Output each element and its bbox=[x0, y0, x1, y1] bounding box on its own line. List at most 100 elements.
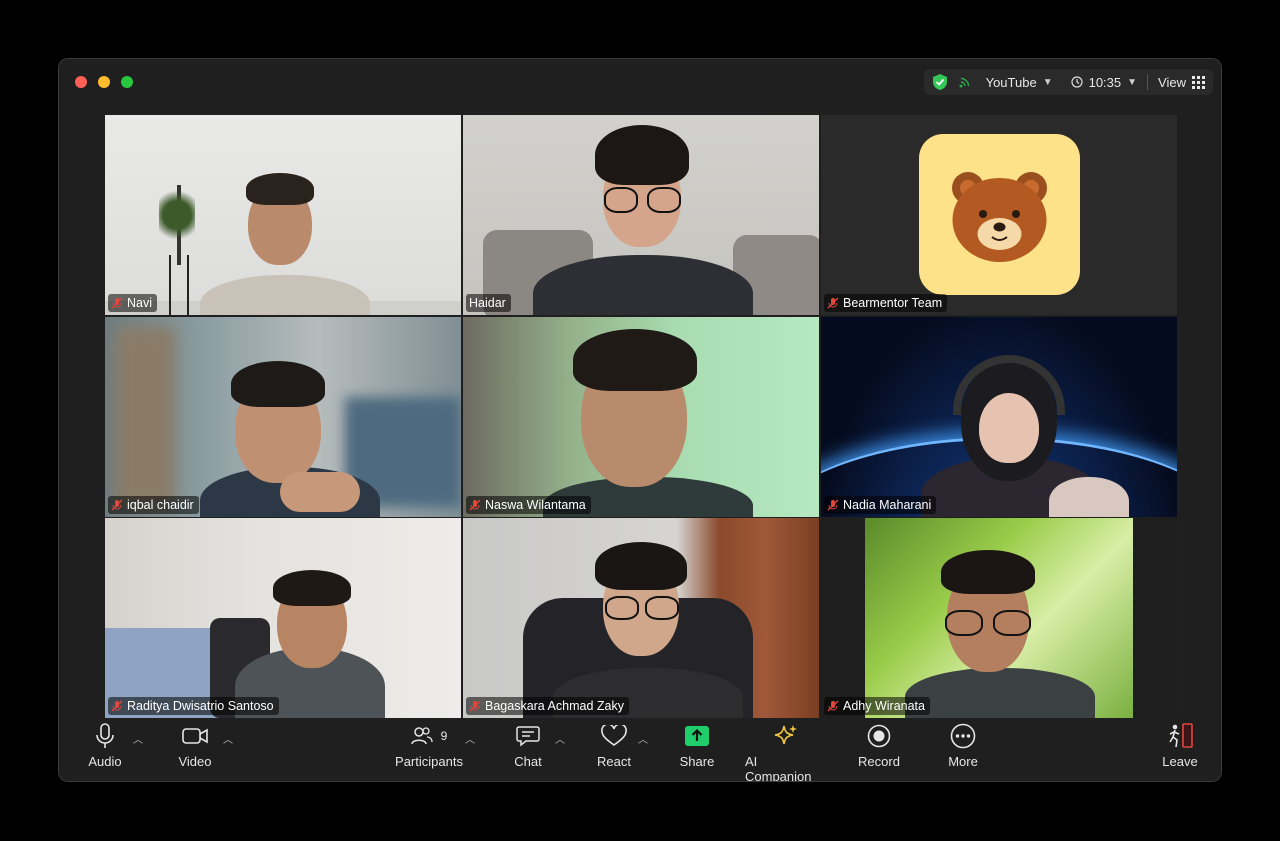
more-button[interactable]: More bbox=[943, 721, 983, 769]
more-options-icon bbox=[950, 723, 976, 749]
meeting-toolbar: Audio ︿ Video ︿ 9 Participants ︿ Chat ︿ … bbox=[59, 715, 1221, 781]
close-window-button[interactable] bbox=[75, 76, 87, 88]
react-button[interactable]: React bbox=[593, 721, 635, 769]
participant-count: 9 bbox=[440, 729, 448, 743]
chat-bubble-icon bbox=[516, 726, 540, 747]
participant-name: Raditya Dwisatrio Santoso bbox=[127, 699, 274, 713]
more-label: More bbox=[948, 754, 978, 769]
chevron-down-icon: ▼ bbox=[1127, 76, 1138, 88]
video-button[interactable]: Video bbox=[175, 721, 215, 769]
chevron-down-icon: ▼ bbox=[1042, 76, 1053, 88]
react-options-chevron-icon[interactable]: ︿ bbox=[638, 731, 648, 746]
video-tile-bearmentor-team[interactable]: Bearmentor Team bbox=[821, 115, 1177, 315]
leave-label: Leave bbox=[1162, 754, 1198, 769]
participant-name-tag: Bearmentor Team bbox=[824, 294, 948, 312]
video-feed bbox=[463, 115, 819, 315]
muted-mic-icon bbox=[111, 297, 123, 309]
participant-name-tag: Adhy Wiranata bbox=[824, 697, 930, 715]
chat-button[interactable]: Chat bbox=[508, 721, 548, 769]
bear-avatar bbox=[919, 134, 1080, 295]
audio-button[interactable]: Audio bbox=[85, 721, 125, 769]
video-tile-raditya-dwisatrio-santoso[interactable]: Raditya Dwisatrio Santoso bbox=[105, 518, 461, 718]
leave-door-icon bbox=[1169, 723, 1193, 748]
timer-text: 10:35 bbox=[1088, 74, 1122, 90]
participant-name: Bearmentor Team bbox=[843, 296, 943, 310]
video-tile-adhy-wiranata[interactable]: Adhy Wiranata bbox=[821, 518, 1177, 718]
share-screen-icon bbox=[685, 726, 709, 746]
video-feed bbox=[105, 115, 461, 315]
participant-name-tag: Naswa Wilantama bbox=[466, 496, 591, 514]
participant-name: Bagaskara Achmad Zaky bbox=[485, 699, 624, 713]
participant-name: Adhy Wiranata bbox=[843, 699, 925, 713]
divider bbox=[1147, 74, 1149, 90]
participant-name-tag: Bagaskara Achmad Zaky bbox=[466, 697, 629, 715]
participant-name: Navi bbox=[127, 296, 153, 310]
grid-view-icon bbox=[1192, 75, 1205, 89]
clock-icon bbox=[1070, 76, 1083, 88]
muted-mic-icon bbox=[469, 700, 481, 712]
video-camera-icon bbox=[182, 728, 208, 744]
video-tile-navi[interactable]: Navi bbox=[105, 115, 461, 315]
participants-label: Participants bbox=[395, 754, 463, 769]
heart-icon bbox=[601, 725, 627, 746]
audio-label: Audio bbox=[88, 754, 122, 769]
video-feed bbox=[105, 518, 461, 718]
microphone-icon bbox=[96, 723, 114, 748]
chat-options-chevron-icon[interactable]: ︿ bbox=[555, 731, 565, 746]
video-feed bbox=[821, 317, 1177, 517]
zoom-window-button[interactable] bbox=[121, 76, 133, 88]
video-feed bbox=[865, 518, 1133, 718]
react-label: React bbox=[597, 754, 631, 769]
share-button[interactable]: Share bbox=[677, 721, 717, 769]
video-options-chevron-icon[interactable]: ︿ bbox=[223, 731, 233, 746]
video-tile-bagaskara-achmad-zaky[interactable]: Bagaskara Achmad Zaky bbox=[463, 518, 819, 718]
meeting-window: YouTube ▼ 10:35 ▼ View Navi Haidar Bearm… bbox=[58, 58, 1222, 782]
video-feed bbox=[105, 317, 461, 517]
participant-name-tag: iqbal chaidir bbox=[108, 496, 199, 514]
share-label: Share bbox=[679, 754, 715, 769]
record-label: Record bbox=[858, 754, 900, 769]
muted-mic-icon bbox=[111, 700, 123, 712]
participant-name: Haidar bbox=[469, 296, 506, 310]
participant-name-tag: Navi bbox=[108, 294, 158, 312]
audio-options-chevron-icon[interactable]: ︿ bbox=[133, 731, 143, 746]
video-label: Video bbox=[178, 754, 212, 769]
ai-companion-button[interactable]: AI Companion bbox=[745, 721, 827, 782]
participant-name-tag: Raditya Dwisatrio Santoso bbox=[108, 697, 279, 715]
muted-mic-icon bbox=[827, 499, 839, 511]
video-tile-naswa-wilantama[interactable]: Naswa Wilantama bbox=[463, 317, 819, 517]
meeting-timer[interactable]: 10:35 ▼ bbox=[1070, 74, 1138, 90]
participants-options-chevron-icon[interactable]: ︿ bbox=[465, 731, 475, 746]
participant-name: iqbal chaidir bbox=[127, 498, 194, 512]
minimize-window-button[interactable] bbox=[98, 76, 110, 88]
meeting-info-bar: YouTube ▼ 10:35 ▼ View bbox=[923, 69, 1213, 95]
muted-mic-icon bbox=[469, 499, 481, 511]
ai-companion-label: AI Companion bbox=[745, 754, 812, 782]
participants-button[interactable]: 9 Participants bbox=[394, 721, 464, 769]
chat-label: Chat bbox=[514, 754, 542, 769]
view-button[interactable]: View bbox=[1158, 75, 1205, 90]
record-icon bbox=[867, 724, 891, 748]
participant-name: Nadia Maharani bbox=[843, 498, 932, 512]
video-feed bbox=[463, 317, 819, 517]
video-tile-haidar[interactable]: Haidar bbox=[463, 115, 819, 315]
leave-button[interactable]: Leave bbox=[1160, 721, 1200, 769]
participant-name: Naswa Wilantama bbox=[485, 498, 586, 512]
muted-mic-icon bbox=[827, 700, 839, 712]
participants-icon bbox=[410, 727, 433, 745]
stream-status[interactable]: YouTube ▼ bbox=[958, 75, 1053, 90]
muted-mic-icon bbox=[111, 499, 123, 511]
bear-icon bbox=[952, 172, 1047, 262]
live-signal-icon bbox=[959, 77, 969, 88]
record-button[interactable]: Record bbox=[857, 721, 901, 769]
video-tile-nadia-maharani[interactable]: Nadia Maharani bbox=[821, 317, 1177, 517]
video-feed bbox=[463, 518, 819, 718]
stream-target-label: YouTube bbox=[985, 74, 1037, 90]
muted-mic-icon bbox=[827, 297, 839, 309]
encryption-shield-icon[interactable] bbox=[932, 73, 948, 91]
video-tile-iqbal-chaidir[interactable]: iqbal chaidir bbox=[105, 317, 461, 517]
participant-name-tag: Haidar bbox=[466, 294, 511, 312]
view-label: View bbox=[1158, 74, 1186, 90]
title-bar: YouTube ▼ 10:35 ▼ View bbox=[59, 59, 1221, 107]
video-gallery: Navi Haidar Bearmentor Team iqbal chaidi… bbox=[105, 115, 1178, 718]
